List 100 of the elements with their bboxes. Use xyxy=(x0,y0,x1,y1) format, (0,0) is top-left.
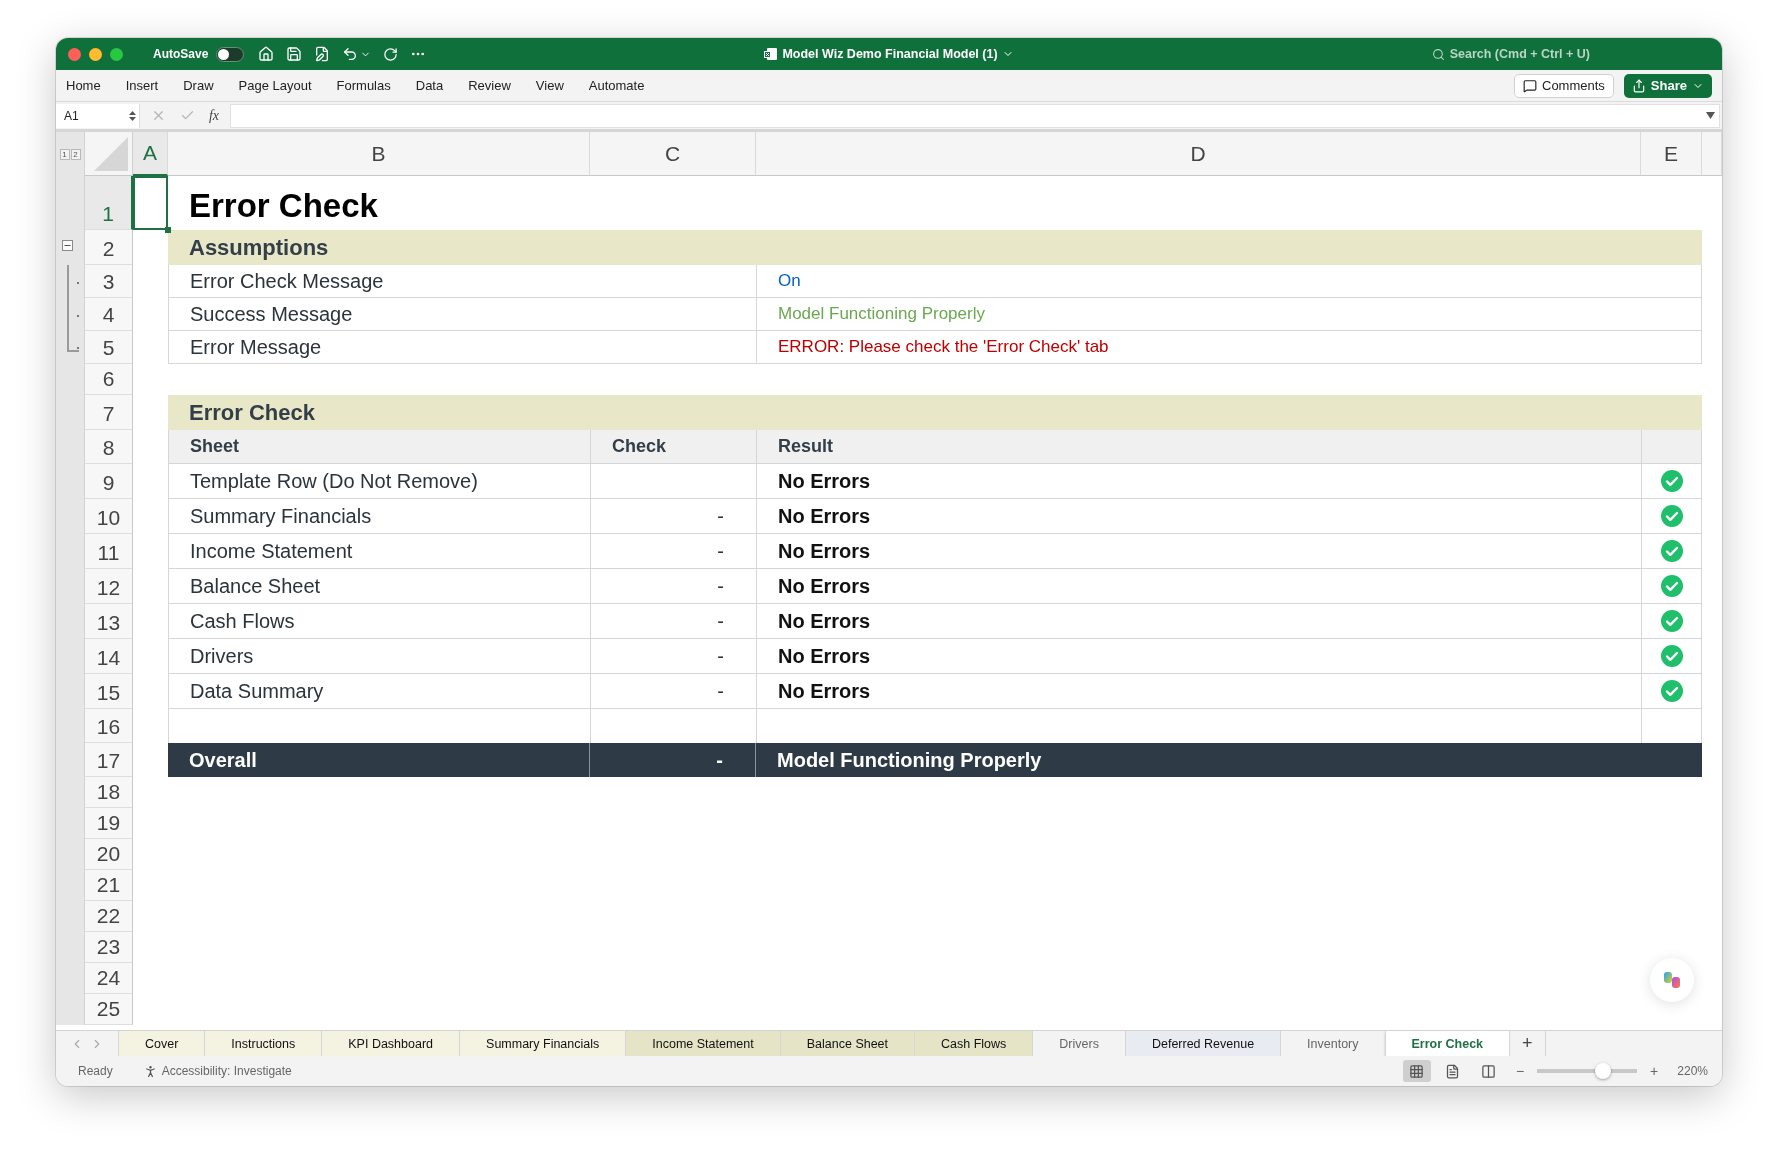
row-header[interactable]: 4 xyxy=(85,298,133,331)
check-value-cell: - xyxy=(590,569,756,604)
minimize-button[interactable] xyxy=(89,47,102,61)
formula-input[interactable] xyxy=(230,103,1720,128)
redo-icon[interactable] xyxy=(383,46,399,62)
row-header[interactable]: 21 xyxy=(85,870,133,901)
zoom-out-button[interactable]: − xyxy=(1515,1063,1525,1079)
search-field[interactable]: Search (Cmd + Ctrl + U) xyxy=(1431,47,1590,61)
page-icon xyxy=(1445,1063,1461,1079)
ribbon-tab[interactable]: Review xyxy=(468,78,511,93)
ribbon-tab[interactable]: Data xyxy=(415,78,444,93)
check-value-cell: - xyxy=(590,604,756,639)
row-header[interactable]: 23 xyxy=(85,932,133,963)
share-button[interactable]: Share xyxy=(1623,73,1712,98)
expand-icon[interactable] xyxy=(1706,112,1715,119)
result-cell: No Errors xyxy=(756,639,1641,674)
ribbon-tab[interactable]: View xyxy=(535,78,564,93)
row-header[interactable]: 9 xyxy=(85,464,133,499)
sheet-tab[interactable]: Instructions xyxy=(204,1031,322,1056)
autosave-toggle[interactable] xyxy=(216,46,245,62)
ribbon-tab[interactable]: Formulas xyxy=(336,78,391,93)
close-button[interactable] xyxy=(68,47,81,61)
result-cell: No Errors xyxy=(756,604,1641,639)
grid-icon xyxy=(1409,1063,1425,1079)
row-header[interactable]: 5 xyxy=(85,331,133,364)
assumption-value: On xyxy=(778,271,801,291)
row-header[interactable]: 11 xyxy=(85,534,133,569)
window-title[interactable]: Model Wiz Demo Financial Model (1) xyxy=(764,47,1014,61)
row-header[interactable]: 19 xyxy=(85,808,133,839)
row-header[interactable]: 18 xyxy=(85,777,133,808)
row-header[interactable]: 12 xyxy=(85,569,133,604)
name-box[interactable]: A1 xyxy=(56,103,140,128)
row-header[interactable]: 2 xyxy=(85,230,133,265)
column-title: Check xyxy=(590,430,756,464)
result-cell: No Errors xyxy=(756,569,1641,604)
column-header[interactable]: E xyxy=(1641,132,1702,176)
column-title: Sheet xyxy=(168,430,590,464)
row-header[interactable]: 25 xyxy=(85,994,133,1025)
row-header[interactable]: 22 xyxy=(85,901,133,932)
sheet-tab[interactable]: Deferred Revenue xyxy=(1124,1031,1281,1056)
select-all-icon xyxy=(94,137,128,171)
sheet-name-cell: Drivers xyxy=(168,639,590,674)
row-header[interactable]: 8 xyxy=(85,430,133,464)
column-header[interactable]: B xyxy=(168,132,590,176)
check-value-cell: - xyxy=(590,674,756,709)
stepper-icon xyxy=(129,109,136,122)
zoom-thumb[interactable] xyxy=(1595,1063,1612,1079)
row-header[interactable]: 1 xyxy=(85,176,133,230)
sheet-tab[interactable]: KPI Dashboard xyxy=(321,1031,460,1056)
sheet-tab[interactable]: Cover xyxy=(118,1031,205,1056)
row-header[interactable]: 17 xyxy=(85,743,133,777)
selected-cell[interactable] xyxy=(133,176,168,230)
share-icon xyxy=(1631,78,1646,93)
row-header[interactable]: 24 xyxy=(85,963,133,994)
row-header[interactable]: 13 xyxy=(85,604,133,639)
insert-function-button[interactable]: fx xyxy=(208,107,219,124)
column-header[interactable]: D xyxy=(756,132,1641,176)
section-header: Error Check xyxy=(168,395,1702,430)
overall-check-cell: - xyxy=(590,743,756,777)
ribbon-tab[interactable]: Home xyxy=(66,78,101,93)
save-edit-icon[interactable] xyxy=(314,46,331,62)
outline-level-button[interactable]: 2 xyxy=(70,148,81,160)
sheet-tab[interactable]: Summary Financials xyxy=(459,1031,626,1056)
home-icon[interactable] xyxy=(258,46,275,62)
check-value-cell: - xyxy=(590,499,756,534)
outline-level-button[interactable]: 1 xyxy=(59,148,70,160)
save-icon[interactable] xyxy=(286,46,303,62)
zoom-in-button[interactable]: + xyxy=(1650,1063,1659,1079)
assumption-value: Model Functioning Properly xyxy=(778,304,985,324)
ribbon-tab[interactable]: Draw xyxy=(183,78,214,93)
row-header[interactable]: 20 xyxy=(85,839,133,870)
row-header[interactable]: 10 xyxy=(85,499,133,534)
row-header[interactable]: 16 xyxy=(85,709,133,743)
assumption-label: Success Message xyxy=(168,298,756,331)
sheet-name-cell: Data Summary xyxy=(168,674,590,709)
collapse-button[interactable] xyxy=(62,240,73,251)
ribbon-tab[interactable]: Page Layout xyxy=(238,78,312,93)
column-header[interactable]: A xyxy=(133,132,168,176)
sheet-tab[interactable]: Error Check xyxy=(1384,1031,1510,1056)
row-header[interactable]: 15 xyxy=(85,674,133,709)
check-value-cell: - xyxy=(590,534,756,569)
maximize-button[interactable] xyxy=(110,47,123,61)
accessibility-status[interactable]: Accessibility: Investigate xyxy=(161,1064,292,1078)
view-button[interactable] xyxy=(1402,1060,1431,1082)
row-header[interactable]: 6 xyxy=(85,364,133,395)
sheet-tab[interactable]: Cash Flows xyxy=(914,1031,1033,1056)
sheet-name-cell: Income Statement xyxy=(168,534,590,569)
sheet-tab[interactable]: Income Statement xyxy=(625,1031,780,1056)
ribbon-tab[interactable]: Insert xyxy=(125,78,159,93)
row-header[interactable]: 7 xyxy=(85,395,133,430)
workbook-icon xyxy=(764,47,779,61)
copilot-button[interactable] xyxy=(1650,958,1694,1002)
column-header[interactable]: C xyxy=(590,132,756,176)
sheet-tab[interactable]: Balance Sheet xyxy=(779,1031,915,1056)
undo-icon[interactable] xyxy=(342,46,359,62)
ribbon-tab[interactable]: Automate xyxy=(588,78,645,93)
row-header[interactable]: 3 xyxy=(85,265,133,298)
zoom-level[interactable]: 220% xyxy=(1677,1064,1708,1078)
comments-button[interactable]: Comments xyxy=(1514,73,1614,98)
row-header[interactable]: 14 xyxy=(85,639,133,674)
